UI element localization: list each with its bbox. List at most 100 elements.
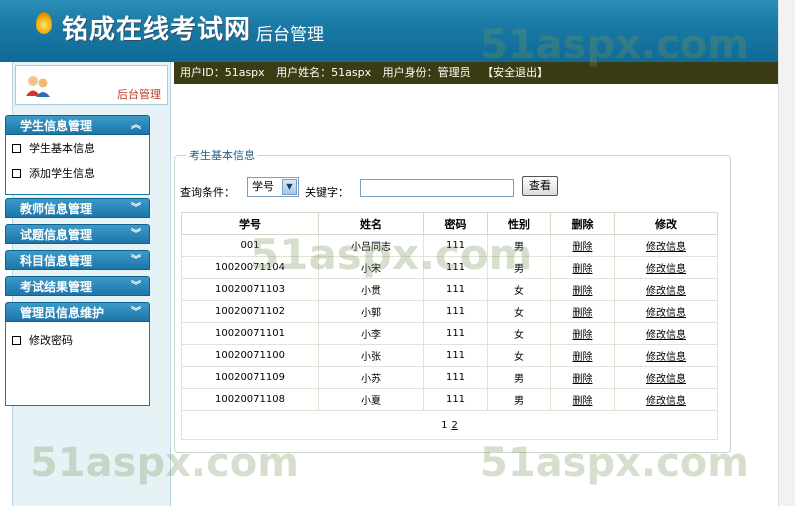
cell-password: 111 xyxy=(423,278,488,301)
cell-sex: 女 xyxy=(487,322,551,345)
cell-name: 小张 xyxy=(318,344,424,367)
cell-id: 10020071102 xyxy=(181,300,319,323)
chevron-down-icon[interactable]: ︾ xyxy=(131,303,141,323)
edit-link[interactable]: 修改信息 xyxy=(614,300,718,323)
query-label: 查询条件： xyxy=(180,186,235,199)
bullet-icon xyxy=(12,143,21,153)
cell-name: 小李 xyxy=(318,322,424,345)
menu-admin-maintenance-body: 修改密码 xyxy=(5,322,150,406)
chevron-down-icon[interactable]: ︾ xyxy=(131,199,141,219)
logo-drop-icon xyxy=(36,12,52,34)
delete-link[interactable]: 删除 xyxy=(550,322,615,345)
table-row: 10020071101 小李 111 女删除 修改信息 xyxy=(181,322,718,345)
user-id: 用户ID：51aspx xyxy=(180,66,265,79)
site-title: 铭成在线考试网 xyxy=(62,15,252,45)
panel-legend: 考生基本信息 xyxy=(186,147,258,163)
query-field-select[interactable]: 学号 ▼ xyxy=(247,177,299,197)
cell-id: 10020071109 xyxy=(181,366,319,389)
cell-id: 10020071101 xyxy=(181,322,319,345)
user-info-bar: 用户ID：51aspx 用户姓名：51aspx 用户身份：管理员 【安全退出】 xyxy=(174,62,778,84)
table-row: 10020071108 小夏 111 男删除 修改信息 xyxy=(181,388,718,411)
delete-link[interactable]: 删除 xyxy=(550,300,615,323)
edit-link[interactable]: 修改信息 xyxy=(614,234,718,257)
cell-password: 111 xyxy=(423,300,488,323)
dropdown-arrow-icon[interactable]: ▼ xyxy=(282,179,297,195)
cell-id: 001 xyxy=(181,234,319,257)
cell-password: 111 xyxy=(423,234,488,257)
delete-link[interactable]: 删除 xyxy=(550,388,615,411)
users-icon xyxy=(26,76,50,97)
cell-id: 10020071100 xyxy=(181,344,319,367)
menu-item-add-student[interactable]: 添加学生信息 xyxy=(12,165,95,181)
edit-link[interactable]: 修改信息 xyxy=(614,344,718,367)
cell-sex: 男 xyxy=(487,234,551,257)
keyword-input[interactable] xyxy=(360,179,514,197)
site-subtitle: 后台管理 xyxy=(256,25,324,45)
edit-link[interactable]: 修改信息 xyxy=(614,256,718,279)
edit-link[interactable]: 修改信息 xyxy=(614,388,718,411)
menu-subject-info[interactable]: 科目信息管理 ︾ xyxy=(5,250,150,270)
edit-link[interactable]: 修改信息 xyxy=(614,322,718,345)
chevron-down-icon[interactable]: ︾ xyxy=(131,225,141,245)
right-scroll-strip xyxy=(778,0,795,506)
cell-sex: 男 xyxy=(487,366,551,389)
chevron-down-icon[interactable]: ︾ xyxy=(131,277,141,297)
menu-question-info[interactable]: 试题信息管理 ︾ xyxy=(5,224,150,244)
student-table: 学号 姓名 密码 性别 删除 修改 001 小吕同志 111 男删除 修改信息 10020… xyxy=(181,212,718,440)
user-name: 用户姓名：51aspx xyxy=(276,66,372,79)
cell-id: 10020071104 xyxy=(181,256,319,279)
admin-box: 后台管理 xyxy=(15,65,168,105)
logout-link[interactable]: 【安全退出】 xyxy=(482,66,548,79)
delete-link[interactable]: 删除 xyxy=(550,234,615,257)
menu-teacher-info[interactable]: 教师信息管理 ︾ xyxy=(5,198,150,218)
cell-sex: 女 xyxy=(487,278,551,301)
bullet-icon xyxy=(12,335,21,345)
chevron-up-icon[interactable]: ︽ xyxy=(131,116,141,136)
delete-link[interactable]: 删除 xyxy=(550,344,615,367)
cell-password: 111 xyxy=(423,344,488,367)
cell-name: 小夏 xyxy=(318,388,424,411)
cell-name: 小苏 xyxy=(318,366,424,389)
cell-password: 111 xyxy=(423,256,488,279)
bullet-icon xyxy=(12,168,21,178)
col-header-edit: 修改 xyxy=(614,212,718,235)
pager-row: 12 xyxy=(181,410,718,440)
cell-name: 小吕同志 xyxy=(318,234,424,257)
delete-link[interactable]: 删除 xyxy=(550,366,615,389)
cell-sex: 男 xyxy=(487,388,551,411)
cell-name: 小郭 xyxy=(318,300,424,323)
table-row: 10020071100 小张 111 女删除 修改信息 xyxy=(181,344,718,367)
cell-sex: 女 xyxy=(487,344,551,367)
pager: 12 xyxy=(181,410,718,440)
menu-exam-results[interactable]: 考试结果管理 ︾ xyxy=(5,276,150,296)
cell-sex: 男 xyxy=(487,256,551,279)
col-header-name: 姓名 xyxy=(318,212,424,235)
menu-item-student-basic[interactable]: 学生基本信息 xyxy=(12,140,95,156)
delete-link[interactable]: 删除 xyxy=(550,278,615,301)
menu-student-info-body: 学生基本信息 添加学生信息 xyxy=(5,135,150,195)
cell-id: 10020071108 xyxy=(181,388,319,411)
menu-admin-maintenance[interactable]: 管理员信息维护 ︾ xyxy=(5,302,150,322)
user-role: 用户身份：管理员 xyxy=(382,66,471,79)
col-header-sex: 性别 xyxy=(487,212,551,235)
table-row: 10020071109 小苏 111 男删除 修改信息 xyxy=(181,366,718,389)
table-row: 001 小吕同志 111 男删除 修改信息 xyxy=(181,234,718,257)
cell-name: 小宋 xyxy=(318,256,424,279)
delete-link[interactable]: 删除 xyxy=(550,256,615,279)
cell-password: 111 xyxy=(423,322,488,345)
edit-link[interactable]: 修改信息 xyxy=(614,366,718,389)
site-header: 铭成在线考试网 后台管理 xyxy=(0,0,778,62)
edit-link[interactable]: 修改信息 xyxy=(614,278,718,301)
col-header-delete: 删除 xyxy=(550,212,615,235)
page-link[interactable]: 2 xyxy=(452,420,458,431)
table-header-row: 学号 姓名 密码 性别 删除 修改 xyxy=(181,212,718,235)
chevron-down-icon[interactable]: ︾ xyxy=(131,251,141,271)
cell-id: 10020071103 xyxy=(181,278,319,301)
menu-student-info-label: 学生信息管理 xyxy=(20,119,93,133)
cell-password: 111 xyxy=(423,366,488,389)
menu-item-change-password[interactable]: 修改密码 xyxy=(12,332,73,348)
menu-student-info[interactable]: 学生信息管理 ︽ xyxy=(5,115,150,135)
search-button[interactable]: 查看 xyxy=(522,176,558,196)
admin-label: 后台管理 xyxy=(117,88,161,101)
cell-password: 111 xyxy=(423,388,488,411)
